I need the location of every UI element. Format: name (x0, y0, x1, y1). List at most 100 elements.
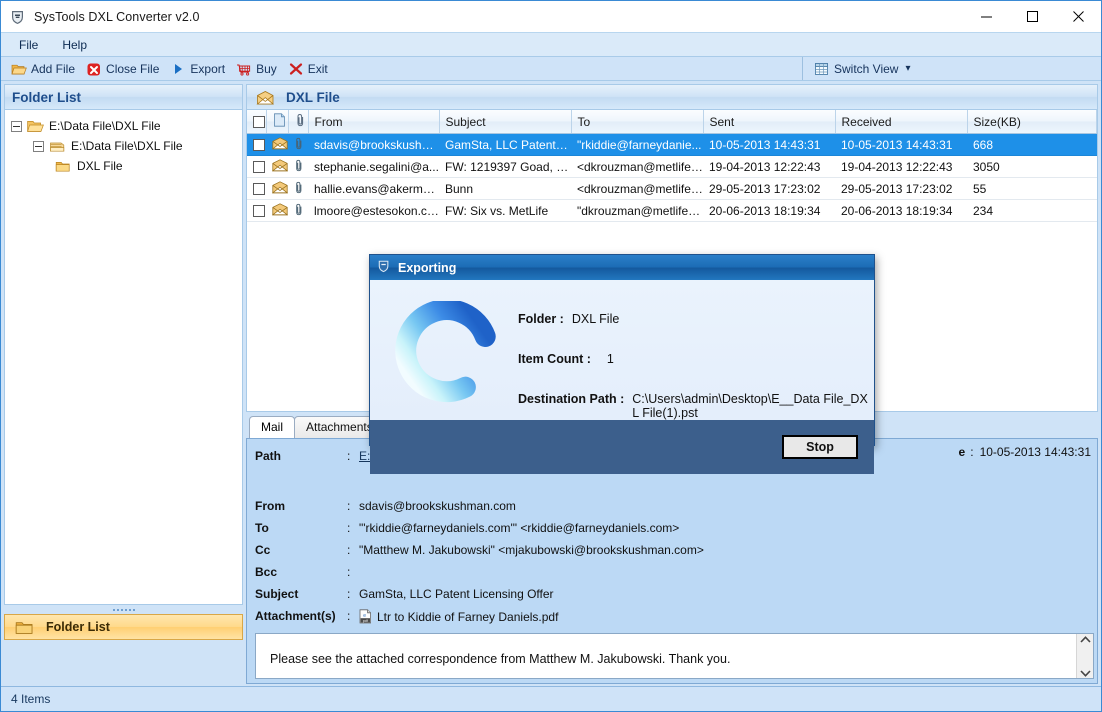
maximize-button[interactable] (1009, 1, 1055, 32)
message-list-header-title: DXL File (286, 89, 340, 105)
row-checkbox-cell[interactable] (247, 155, 266, 178)
add-file-button[interactable]: Add File (8, 59, 81, 79)
cell-to: <dkrouzman@metlife.... (571, 177, 703, 200)
archive-icon (49, 139, 66, 154)
tree-node-label: E:\Data File\DXL File (71, 139, 183, 153)
folder-list-button[interactable]: Folder List (4, 614, 243, 640)
select-all-checkbox[interactable] (253, 115, 265, 128)
field-cc-label: Cc (255, 543, 271, 557)
menu-bar: File Help (1, 32, 1101, 56)
envelope-icon (271, 158, 288, 175)
row-checkbox[interactable] (253, 160, 265, 173)
field-to-label: To (255, 521, 269, 535)
envelope-icon (271, 136, 288, 153)
modal-item-count-row: Item Count : 1 (518, 352, 874, 366)
row-checkbox[interactable] (253, 204, 265, 217)
mail-body-scrollbar[interactable] (1076, 634, 1093, 678)
mail-body[interactable]: Please see the attached correspondence f… (255, 633, 1094, 702)
mail-date-row: e : 10-05-2013 14:43:31 (959, 445, 1091, 459)
field-attachments-label: Attachment(s) (255, 609, 336, 623)
add-file-label: Add File (31, 61, 76, 76)
row-checkbox-cell[interactable] (247, 199, 266, 222)
folder-list-button-label: Folder List (46, 620, 110, 634)
attachment-entry[interactable]: pdf e Ltr to Kiddie of Farney Daniels.pd… (359, 608, 559, 624)
app-logo-icon (10, 9, 26, 25)
cell-from: sdavis@brookskushm... (308, 133, 439, 156)
mail-body-line-1: Please see the attached correspondence f… (270, 652, 731, 666)
field-to-colon: : (347, 521, 351, 535)
table-header-row: From Subject To Sent Received Size(KB) (247, 110, 1097, 134)
row-checkbox[interactable] (253, 182, 265, 195)
tab-mail[interactable]: Mail (249, 416, 296, 438)
col-to[interactable]: To (571, 110, 704, 134)
col-received[interactable]: Received (835, 110, 968, 134)
stop-button[interactable]: Stop (782, 435, 858, 459)
folder-list-pane: Folder List E:\Data File\DXL File E:\Dat… (1, 83, 246, 686)
svg-text:e: e (363, 613, 366, 619)
folder-tree[interactable]: E:\Data File\DXL File E:\Data File\DXL F… (4, 110, 243, 605)
cell-from: stephanie.segalini@a... (308, 155, 439, 178)
menu-item-file[interactable]: File (9, 35, 48, 55)
export-label: Export (190, 61, 226, 76)
toolbar: Add File Close File Export Buy Exit Swit… (1, 56, 1101, 81)
switch-view-button[interactable]: Switch View ▾ (811, 59, 917, 79)
row-envelope-cell (266, 199, 288, 222)
cell-sent: 29-05-2013 17:23:02 (703, 177, 835, 200)
tree-node-child[interactable]: E:\Data File\DXL File (11, 136, 242, 156)
close-file-button[interactable]: Close File (83, 59, 165, 79)
cell-sent: 19-04-2013 12:22:43 (703, 155, 835, 178)
cell-received: 10-05-2013 14:43:31 (835, 133, 967, 156)
play-triangle-icon (170, 61, 186, 77)
col-sent[interactable]: Sent (703, 110, 836, 134)
chevron-down-icon[interactable] (1079, 660, 1091, 686)
col-from[interactable]: From (308, 110, 440, 134)
chevron-up-icon[interactable] (1079, 626, 1091, 652)
tree-node-leaf[interactable]: DXL File (11, 156, 242, 176)
modal-folder-row: Folder : DXL File (518, 312, 874, 326)
field-from: From : sdavis@brookskushman.com (255, 495, 1097, 517)
mail-body-gap (270, 672, 1077, 682)
col-subject[interactable]: Subject (439, 110, 572, 134)
table-row[interactable]: lmoore@estesokon.com FW: Six vs. MetLife… (247, 199, 1097, 222)
row-envelope-cell (266, 133, 288, 156)
close-file-label: Close File (106, 61, 160, 76)
envelope-icon (271, 202, 288, 219)
paperclip-icon (295, 113, 308, 130)
col-size[interactable]: Size(KB) (967, 110, 1097, 134)
page-icon (273, 113, 288, 130)
field-path-label: Path (255, 449, 282, 463)
spinner-area (370, 292, 518, 420)
collapse-icon[interactable] (11, 120, 22, 132)
table-row[interactable]: stephanie.segalini@a... FW: 1219397 Goad… (247, 155, 1097, 178)
menu-item-help[interactable]: Help (52, 35, 97, 55)
row-checkbox-cell[interactable] (247, 177, 266, 200)
field-from-value: sdavis@brookskushman.com (359, 499, 516, 513)
status-text: 4 Items (11, 692, 51, 706)
table-row[interactable]: sdavis@brookskushm... GamSta, LLC Patent… (247, 133, 1097, 156)
window-title: SysTools DXL Converter v2.0 (34, 9, 200, 24)
modal-item-count-label: Item Count : (518, 352, 591, 366)
row-checkbox[interactable] (253, 138, 265, 151)
row-envelope-cell (266, 177, 288, 200)
collapse-icon[interactable] (33, 140, 44, 152)
chevron-down-icon: ▾ (905, 63, 911, 74)
tree-node-root[interactable]: E:\Data File\DXL File (11, 116, 242, 136)
exit-label: Exit (307, 61, 328, 76)
attachment-name: Ltr to Kiddie of Farney Daniels.pdf (377, 609, 559, 624)
pdf-file-icon: pdf e (359, 608, 372, 624)
col-select-all[interactable] (247, 110, 267, 134)
folder-icon (55, 159, 72, 174)
table-row[interactable]: hallie.evans@akerman... Bunn <dkrouzman@… (247, 177, 1097, 200)
export-button[interactable]: Export (167, 59, 231, 79)
cell-size: 3050 (967, 155, 1097, 178)
pane-splitter[interactable] (4, 605, 243, 614)
close-button[interactable] (1055, 1, 1101, 32)
row-checkbox-cell[interactable] (247, 133, 266, 156)
open-folder-icon (11, 61, 27, 77)
toolbar-buttons: Add File Close File Export Buy Exit (1, 59, 334, 79)
minimize-button[interactable] (963, 1, 1009, 32)
title-bar: SysTools DXL Converter v2.0 (1, 1, 1101, 32)
app-logo-icon (377, 259, 391, 276)
exit-button[interactable]: Exit (285, 59, 334, 79)
buy-button[interactable]: Buy (233, 59, 283, 79)
